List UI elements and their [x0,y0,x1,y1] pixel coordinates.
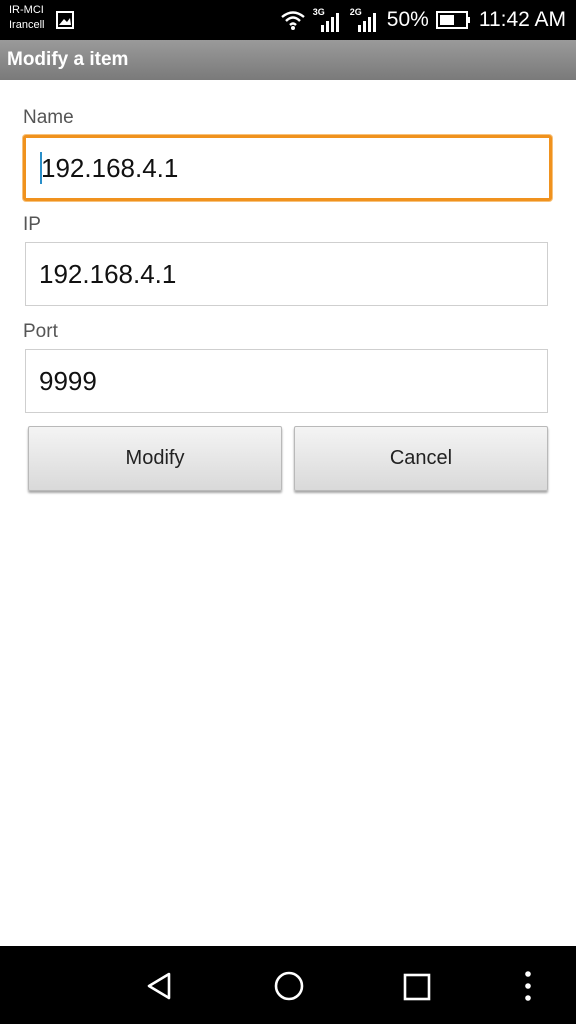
title-bar: Modify a item [0,40,576,80]
cancel-button[interactable]: Cancel [294,426,548,491]
carrier-2: Irancell [9,19,45,31]
sim1-signal: 3G [313,8,343,32]
wifi-icon [281,11,305,30]
text-cursor [40,152,42,184]
navigation-bar [0,946,576,1024]
signal-icon [320,13,339,32]
carrier-1: IR-MCI [9,4,44,16]
status-bar: IR-MCI Irancell 3G 2G 50% 11:42 AM [0,0,576,40]
battery-percent: 50% [386,8,429,31]
ip-label: IP [23,214,41,235]
port-field-container [25,349,548,413]
recents-icon[interactable] [403,973,431,1001]
modify-button[interactable]: Modify [28,426,282,491]
ip-field[interactable] [26,243,547,305]
page-title: Modify a item [7,49,129,70]
back-icon[interactable] [145,971,175,1001]
port-label: Port [23,321,58,342]
overflow-menu-icon[interactable] [520,970,536,1002]
sim2-signal: 2G [350,8,380,32]
clock: 11:42 AM [478,8,566,31]
name-label: Name [23,107,74,128]
battery-icon [435,11,470,29]
signal-icon [357,13,376,32]
gallery-icon [56,11,74,29]
carrier-names: IR-MCI Irancell [9,3,44,33]
port-field[interactable] [26,350,547,412]
name-field-container [23,135,552,201]
ip-field-container [25,242,548,306]
home-icon[interactable] [273,970,305,1002]
name-field[interactable] [26,138,549,198]
